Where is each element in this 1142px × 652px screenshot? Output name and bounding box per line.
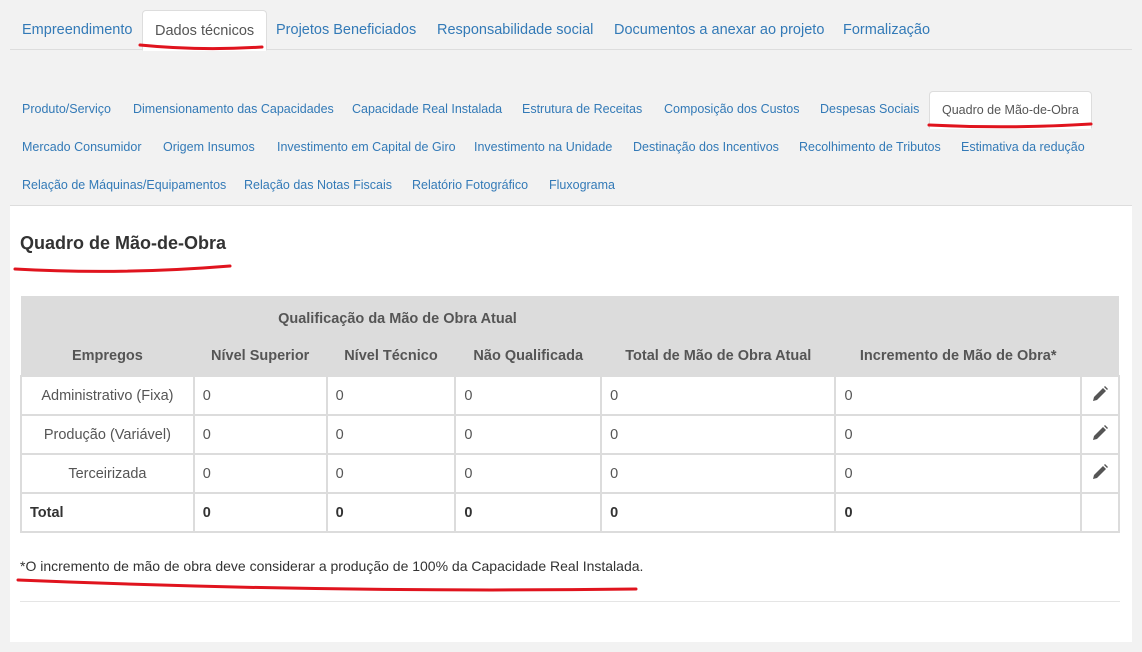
table-cell: 0 — [192, 375, 328, 416]
workforce-table: Qualificação da Mão de Obra Atual Empreg… — [20, 296, 1121, 533]
subtab-mercado-consumidor[interactable]: Mercado Consumidor — [10, 129, 154, 165]
total-row: Total 0 0 0 0 0 — [20, 492, 1121, 533]
pencil-icon — [1092, 385, 1108, 401]
subtab-estrutura-receitas[interactable]: Estrutura de Receitas — [510, 91, 654, 127]
table-cell: 0 — [192, 453, 328, 494]
subtab-investimento-unidade[interactable]: Investimento na Unidade — [462, 129, 624, 165]
table-cell: 0 — [834, 492, 1082, 533]
table-cell: 0 — [454, 453, 603, 494]
tab-projetos-beneficiados[interactable]: Projetos Beneficiados — [264, 10, 428, 51]
col-incremento-mao-obra: Incremento de Mão de Obra* — [835, 336, 1081, 376]
col-empregos: Empregos — [21, 336, 194, 376]
subtab-despesas-sociais[interactable]: Despesas Sociais — [808, 91, 931, 127]
subtab-produto-servico[interactable]: Produto/Serviço — [10, 91, 123, 127]
subtab-dimensionamento-capacidades[interactable]: Dimensionamento das Capacidades — [121, 91, 346, 127]
tab-empreendimento[interactable]: Empreendimento — [10, 10, 144, 51]
subtab-recolhimento-tributos[interactable]: Recolhimento de Tributos — [787, 129, 953, 165]
table-header-row: Empregos Nível Superior Nível Técnico Nã… — [21, 336, 1119, 376]
edit-button[interactable] — [1079, 375, 1121, 416]
subtab-origem-insumos[interactable]: Origem Insumos — [151, 129, 267, 165]
table-cell: 0 — [600, 492, 837, 533]
table-cell: 0 — [325, 414, 457, 455]
table-row: Produção (Variável) 0 0 0 0 0 — [20, 414, 1121, 455]
tab-dados-tecnicos[interactable]: Dados técnicos — [142, 10, 268, 51]
subtab-relatorio-fotografico[interactable]: Relatório Fotográfico — [400, 167, 540, 203]
subtab-destinacao-incentivos[interactable]: Destinação dos Incentivos — [621, 129, 791, 165]
row-label: Terceirizada — [20, 453, 195, 494]
tab-documentos-anexar[interactable]: Documentos a anexar ao projeto — [602, 10, 836, 51]
table-cell: 0 — [834, 453, 1082, 494]
table-cell: 0 — [192, 414, 328, 455]
tab-responsabilidade-social[interactable]: Responsabilidade social — [425, 10, 605, 51]
col-nao-qualificada: Não Qualificada — [455, 336, 602, 376]
subtab-investimento-capital-giro[interactable]: Investimento em Capital de Giro — [265, 129, 468, 165]
subtab-quadro-mao-de-obra[interactable]: Quadro de Mão-de-Obra — [929, 91, 1092, 129]
table-group-header-row: Qualificação da Mão de Obra Atual — [21, 296, 1119, 336]
col-nivel-tecnico: Nível Técnico — [326, 336, 456, 376]
table-cell: 0 — [325, 375, 457, 416]
row-label: Produção (Variável) — [20, 414, 195, 455]
table-row: Administrativo (Fixa) 0 0 0 0 0 — [20, 375, 1121, 416]
footer-divider — [20, 601, 1120, 602]
main-tab-bar: Empreendimento Dados técnicos Projetos B… — [10, 10, 1132, 51]
col-nivel-superior: Nível Superior — [193, 336, 327, 376]
subtab-relacao-maquinas[interactable]: Relação de Máquinas/Equipamentos — [10, 167, 238, 203]
table-cell: 0 — [834, 414, 1082, 455]
col-total-mao-obra-atual: Total de Mão de Obra Atual — [601, 336, 836, 376]
table-cell: 0 — [454, 414, 603, 455]
subtab-composicao-custos[interactable]: Composição dos Custos — [652, 91, 811, 127]
edit-button[interactable] — [1079, 414, 1121, 455]
subtab-capacidade-real-instalada[interactable]: Capacidade Real Instalada — [340, 91, 514, 127]
table-cell: 0 — [325, 453, 457, 494]
subtab-estimativa-reducao[interactable]: Estimativa da redução — [949, 129, 1097, 165]
row-label: Administrativo (Fixa) — [20, 375, 195, 416]
section-title: Quadro de Mão-de-Obra — [20, 233, 227, 253]
pencil-icon — [1092, 424, 1108, 440]
table-cell: 0 — [192, 492, 328, 533]
subtab-relacao-notas-fiscais[interactable]: Relação das Notas Fiscais — [232, 167, 404, 203]
table-row: Terceirizada 0 0 0 0 0 — [20, 453, 1121, 494]
col-actions — [1080, 336, 1119, 376]
table-cell: 0 — [600, 375, 837, 416]
table-cell: 0 — [454, 492, 603, 533]
table-cell: 0 — [834, 375, 1082, 416]
total-label: Total — [20, 492, 195, 533]
group-header-qualificacao: Qualificação da Mão de Obra Atual — [193, 296, 602, 336]
table-cell: 0 — [325, 492, 457, 533]
table-cell: 0 — [454, 375, 603, 416]
table-cell: 0 — [600, 453, 837, 494]
footnote: *O incremento de mão de obra deve consid… — [20, 558, 644, 574]
table-cell: 0 — [600, 414, 837, 455]
tab-formalizacao[interactable]: Formalização — [831, 10, 942, 51]
edit-button[interactable] — [1079, 453, 1121, 494]
table-cell — [1079, 492, 1121, 533]
pencil-icon — [1092, 463, 1108, 479]
subtab-fluxograma[interactable]: Fluxograma — [537, 167, 627, 203]
